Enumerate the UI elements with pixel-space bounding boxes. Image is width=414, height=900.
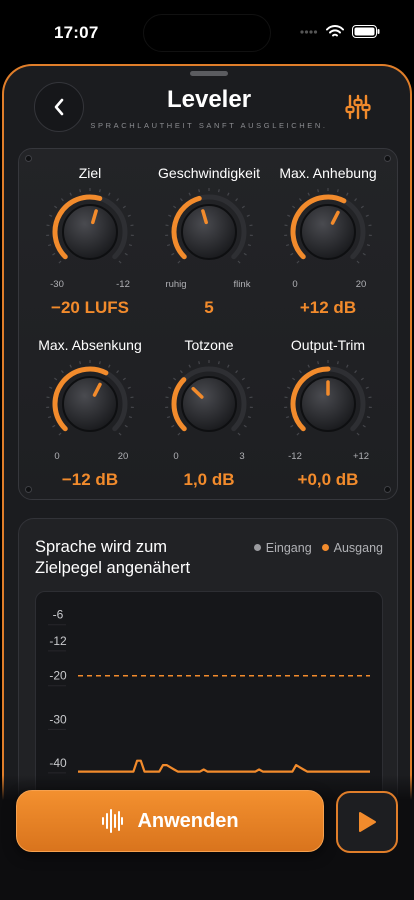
status-icons xyxy=(300,25,380,38)
battery-icon xyxy=(352,25,380,38)
knob-value: 5 xyxy=(204,298,214,317)
knob-panel: Ziel -30 -12 −20 LUFS Geschwindigkeit ruhig fl… xyxy=(18,148,398,500)
knob-value: −20 LUFS xyxy=(51,298,129,317)
knob-range-max: 20 xyxy=(117,451,129,462)
y-tick-label: -40 xyxy=(49,756,67,770)
knob-5[interactable]: Totzone 0 3 1,0 dB xyxy=(146,329,272,499)
legend-input: Eingang xyxy=(253,541,312,555)
knob-range-min: 0 xyxy=(173,451,179,462)
play-icon xyxy=(359,812,376,832)
knob-dial[interactable] xyxy=(283,359,373,449)
knob-label: Max. Absenkung xyxy=(38,337,142,353)
series-line-output xyxy=(78,759,370,773)
knob-value: −12 dB xyxy=(61,470,119,489)
cellular-signal-icon xyxy=(300,29,318,34)
y-tick-label: -12 xyxy=(49,634,67,648)
knob-range-max: -12 xyxy=(116,279,130,290)
y-tick-label: -6 xyxy=(53,608,64,622)
knob-label: Geschwindigkeit xyxy=(158,165,260,181)
knob-range-min: -30 xyxy=(50,279,64,290)
status-time: 17:07 xyxy=(54,23,99,42)
knob-range-max: 20 xyxy=(355,279,367,290)
knob-dial[interactable] xyxy=(45,187,135,277)
knob-2[interactable]: Geschwindigkeit ruhig flink 5 xyxy=(146,157,272,327)
knob-label: Totzone xyxy=(184,337,234,353)
chart-legend: Eingang Ausgang xyxy=(253,541,383,555)
knob-range-max: flink xyxy=(233,279,251,290)
sliders-icon xyxy=(345,94,371,120)
knob-range-min: 0 xyxy=(54,451,60,462)
chart-title: Sprache wird zum Zielpegel angenähert xyxy=(35,538,191,577)
knob-label: Output-Trim xyxy=(290,337,366,353)
knob-3[interactable]: Max. Anhebung 0 20 +12 dB xyxy=(265,157,391,327)
knob-label: Max. Anhebung xyxy=(279,165,377,181)
equalizer-settings-button[interactable] xyxy=(343,92,373,122)
dynamic-island xyxy=(143,14,271,52)
knob-dial[interactable] xyxy=(45,359,135,449)
y-tick-label: -30 xyxy=(49,712,67,726)
y-tick-label: -20 xyxy=(49,669,67,683)
knob-range-min: ruhig xyxy=(165,279,187,290)
sheet-grabber[interactable] xyxy=(190,71,228,76)
wifi-icon xyxy=(326,25,344,37)
page-subtitle: SPRACHLAUTHEIT SANFT AUSGLEICHEN. xyxy=(90,121,328,130)
knob-value: +12 dB xyxy=(299,298,357,317)
knob-label: Ziel xyxy=(78,165,102,181)
knob-1[interactable]: Ziel -30 -12 −20 LUFS xyxy=(27,157,153,327)
knob-range-min: 0 xyxy=(292,279,298,290)
knob-4[interactable]: Max. Absenkung 0 20 −12 dB xyxy=(27,329,153,499)
play-preview-button[interactable] xyxy=(336,791,398,853)
knob-value: +0,0 dB xyxy=(297,470,359,489)
apply-button[interactable]: Anwenden xyxy=(16,790,324,852)
legend-output-label: Ausgang xyxy=(333,541,383,555)
knob-6[interactable]: Output-Trim -12 +12 +0,0 dB xyxy=(265,329,391,499)
knob-value: 1,0 dB xyxy=(183,470,235,489)
knob-range-max: +12 xyxy=(352,451,370,462)
knob-dial[interactable] xyxy=(164,187,254,277)
status-bar: 17:07 xyxy=(0,0,414,62)
legend-output: Ausgang xyxy=(321,541,383,555)
legend-input-label: Eingang xyxy=(265,541,312,555)
knob-dial[interactable] xyxy=(283,187,373,277)
waveform-icon xyxy=(102,809,124,833)
knob-range-max: 3 xyxy=(239,451,245,462)
apply-button-label: Anwenden xyxy=(137,809,239,832)
knob-range-min: -12 xyxy=(288,451,302,462)
knob-dial[interactable] xyxy=(164,359,254,449)
